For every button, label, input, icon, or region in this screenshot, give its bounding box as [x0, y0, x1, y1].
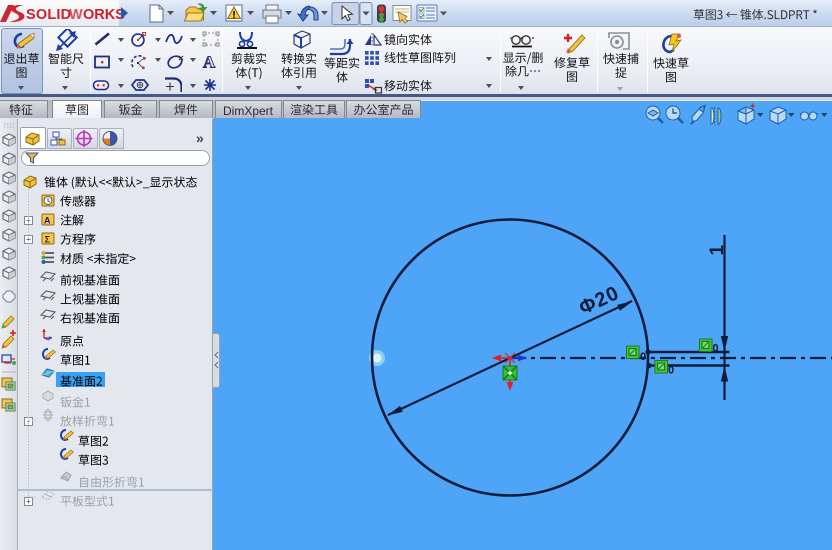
svg-text:0: 0 — [713, 343, 719, 355]
svg-text:0: 0 — [640, 351, 646, 363]
svg-text:Φ20: Φ20 — [576, 282, 623, 320]
svg-text:1: 1 — [707, 245, 728, 256]
svg-text:0: 0 — [668, 365, 674, 377]
